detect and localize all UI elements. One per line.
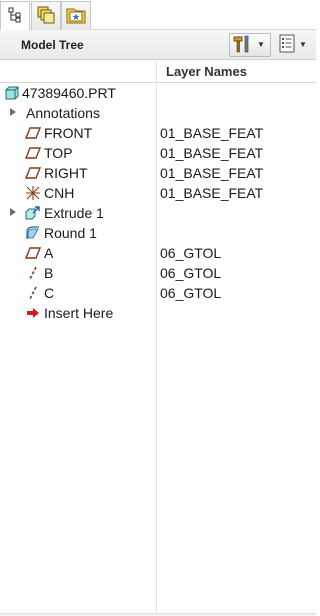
show-menu-button[interactable]: ▼	[276, 33, 314, 57]
layer-name-cell: 01_BASE_FEAT	[160, 165, 264, 181]
part-icon	[4, 85, 20, 101]
panel-title: Model Tree	[21, 38, 84, 52]
tree-item-right[interactable]: RIGHT 01_BASE_FEAT	[0, 163, 316, 183]
tree-item-extrude[interactable]: Extrude 1	[0, 203, 316, 223]
panel-tab-strip	[0, 0, 316, 31]
tab-model-tree[interactable]	[0, 1, 30, 31]
layer-name-cell: 01_BASE_FEAT	[160, 145, 264, 161]
layer-name-cell: 01_BASE_FEAT	[160, 125, 264, 141]
favorites-folder-icon	[66, 6, 86, 27]
expand-arrow-icon[interactable]	[10, 208, 16, 216]
model-tree-icon	[7, 7, 23, 26]
tree-item-cnh[interactable]: CNH 01_BASE_FEAT	[0, 183, 316, 203]
layers-icon	[36, 5, 56, 28]
tree-item-label: TOP	[44, 145, 73, 161]
tree-item-label: Extrude 1	[44, 205, 104, 221]
datum-plane-icon	[25, 245, 41, 261]
tree-item-label: A	[44, 245, 54, 261]
tree-item-label: Insert Here	[44, 305, 114, 321]
list-options-icon	[278, 34, 296, 57]
tree-item-front[interactable]: FRONT 01_BASE_FEAT	[0, 123, 316, 143]
tab-layers[interactable]	[31, 1, 61, 30]
datum-axis-icon	[25, 265, 41, 281]
tree-item-round[interactable]: Round 1	[0, 223, 316, 243]
column-header-layer-names[interactable]: Layer Names	[166, 64, 247, 79]
chevron-down-icon: ▼	[257, 40, 265, 49]
layer-name-cell: 01_BASE_FEAT	[160, 185, 264, 201]
layer-name-cell: 06_GTOL	[160, 245, 222, 261]
model-tree: 47389460.PRT Annotations FRONT 01_BASE_F…	[0, 83, 316, 323]
tree-item-b[interactable]: B 06_GTOL	[0, 263, 316, 283]
datum-plane-icon	[25, 165, 41, 181]
tree-item-top[interactable]: TOP 01_BASE_FEAT	[0, 143, 316, 163]
tree-item-label: B	[44, 265, 54, 281]
tree-item-label: C	[44, 285, 55, 301]
coordinate-system-icon	[25, 185, 41, 201]
tree-item-label: 47389460.PRT	[22, 85, 116, 101]
tree-column-header: Layer Names	[0, 61, 316, 83]
tree-item-label: CNH	[44, 185, 75, 201]
layer-name-cell: 06_GTOL	[160, 285, 222, 301]
extrude-icon	[25, 205, 41, 221]
tree-settings-button[interactable]: ▼	[229, 33, 271, 57]
tree-item-label: RIGHT	[44, 165, 88, 181]
tree-item-label: Round 1	[44, 225, 97, 241]
datum-axis-icon	[25, 285, 41, 301]
tree-item-a[interactable]: A 06_GTOL	[0, 243, 316, 263]
expand-arrow-icon[interactable]	[10, 108, 16, 116]
tree-item-c[interactable]: C 06_GTOL	[0, 283, 316, 303]
layer-name-cell: 06_GTOL	[160, 265, 222, 281]
tree-item-annotations[interactable]: Annotations	[0, 103, 316, 123]
model-tree-header: Model Tree ▼ ▼	[0, 30, 316, 60]
datum-plane-icon	[25, 145, 41, 161]
tree-item-label: FRONT	[44, 125, 93, 141]
tree-item-insert-here[interactable]: Insert Here	[0, 303, 316, 323]
round-icon	[25, 225, 41, 241]
tree-item-label: Annotations	[26, 105, 100, 121]
tab-favorites[interactable]	[61, 1, 91, 30]
chevron-down-icon: ▼	[299, 40, 307, 49]
insert-arrow-icon	[25, 305, 41, 321]
tools-icon	[232, 34, 254, 57]
tree-item-root-part[interactable]: 47389460.PRT	[0, 83, 316, 103]
datum-plane-icon	[25, 125, 41, 141]
